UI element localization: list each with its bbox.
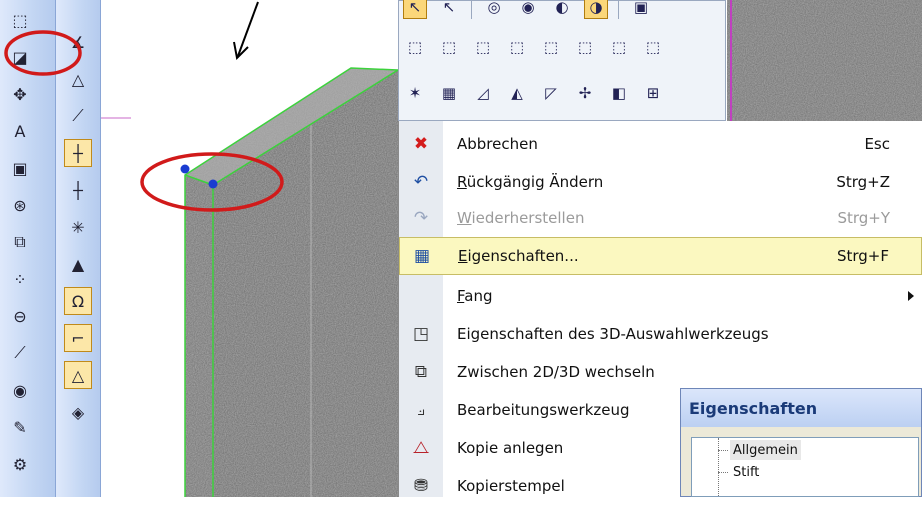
view-front-icon[interactable]: ⬚ (403, 35, 427, 59)
dialog-title-bar[interactable]: Eigenschaften (681, 389, 921, 427)
layer-button[interactable]: ⧉ (6, 228, 34, 256)
stamp-icon: ⛃ (413, 476, 429, 496)
properties-dialog: Eigenschaften Allgemein Stift (680, 388, 922, 497)
view-iso-3-icon[interactable]: ⬚ (505, 35, 529, 59)
left-toolbar-secondary: ∡ △ ⟋ ┼ ┼ ✳ ▲ Ω ⌐ △ ◈ (56, 0, 101, 497)
submenu-arrow-icon (908, 291, 914, 301)
menu-item-shortcut: Strg+Y (837, 209, 890, 227)
view-iso-6-icon[interactable]: ⬚ (607, 35, 631, 59)
zoom-icon[interactable]: ◉ (516, 0, 540, 19)
view-iso-5-icon[interactable]: ⬚ (573, 35, 597, 59)
close-icon: ✖ (413, 134, 429, 154)
annotation-arrow (233, 1, 259, 61)
view-iso-2-icon[interactable]: ⬚ (471, 35, 495, 59)
tree-item-allgemein[interactable]: Allgemein (730, 440, 801, 460)
wall-tool-button[interactable]: ◪ (6, 43, 34, 71)
menu-item-wiederherstellen[interactable]: ↷ Wiederherstellen Strg+Y (399, 199, 922, 237)
menu-item-label: Eigenschaften... (458, 247, 579, 265)
view-button[interactable]: ◉ (6, 376, 34, 404)
line-button[interactable]: ⟋ (64, 102, 92, 130)
angle-button[interactable]: ∡ (64, 28, 92, 56)
plane-yz-icon[interactable]: ◭ (505, 81, 529, 105)
move-button[interactable]: ✥ (6, 80, 34, 108)
select-3d-icon: ◳ (412, 324, 430, 344)
magnet-button[interactable]: Ω (64, 287, 92, 315)
undo-icon: ↶ (413, 172, 429, 192)
menu-item-label: Eigenschaften des 3D-Auswahlwerkzeugs (457, 325, 769, 343)
lock-button[interactable]: ⊖ (6, 302, 34, 330)
dialog-title: Eigenschaften (689, 398, 818, 418)
view-iso-4-icon[interactable]: ⬚ (539, 35, 563, 59)
menu-item-shortcut: Strg+F (836, 247, 889, 265)
point-snap-button[interactable]: ┼ (64, 139, 92, 167)
triangle-snap-button[interactable]: △ (64, 361, 92, 389)
shaded-icon[interactable]: ◑ (584, 0, 608, 19)
camera-icon[interactable]: ▣ (629, 0, 653, 19)
menu-item-shortcut: Esc (864, 135, 890, 153)
render-icon[interactable]: ◐ (550, 0, 574, 19)
properties-icon: ▦ (413, 246, 431, 266)
object-button[interactable]: ◈ (64, 398, 92, 426)
star-snap-button[interactable]: ✳ (64, 213, 92, 241)
cursor-icon[interactable]: ↖ (437, 0, 461, 19)
plane-move-icon[interactable]: ✢ (573, 81, 597, 105)
points-button[interactable]: ⁘ (6, 265, 34, 293)
copy-icon: ⧍ (413, 438, 429, 458)
menu-item-label: Rückgängig Ändern (457, 173, 604, 191)
tree-item-stift[interactable]: Stift (730, 462, 762, 482)
shape-button[interactable]: △ (64, 65, 92, 93)
cursor-select-icon[interactable]: ↖ (403, 0, 427, 19)
plane-xy-icon[interactable]: ◿ (471, 81, 495, 105)
menu-item-eigenschaften[interactable]: ▦ Eigenschaften... Strg+F (399, 237, 922, 275)
menu-item-label: Wiederherstellen (457, 209, 585, 227)
menu-item-label: Bearbeitungswerkzeug (457, 401, 630, 419)
grid-icon[interactable]: ▦ (437, 81, 461, 105)
paint-button[interactable]: ✎ (6, 413, 34, 441)
box-3d-button[interactable]: ⬚ (6, 6, 34, 34)
plane-xz-icon[interactable]: ◸ (539, 81, 563, 105)
menu-item-fang[interactable]: Fang (399, 277, 922, 315)
menu-item-wechseln[interactable]: ⧉ Zwischen 2D/3D wechseln (399, 353, 922, 391)
cross-snap-button[interactable]: ┼ (64, 176, 92, 204)
properties-tree: Allgemein Stift (691, 437, 919, 497)
triangle-fill-button[interactable]: ▲ (64, 250, 92, 278)
tool-palette: ↖ ↖ ◎ ◉ ◐ ◑ ▣ ⬚ ⬚ ⬚ ⬚ ⬚ ⬚ ⬚ ⬚ ✶ ▦ ◿ ◭ ◸ ✢ ◧ ⊞ (398, 0, 726, 121)
view-iso-7-icon[interactable]: ⬚ (641, 35, 665, 59)
menu-item-label: Abbrechen (457, 135, 538, 153)
selection-handle[interactable] (208, 179, 218, 189)
plane-axis-icon[interactable]: ✶ (403, 81, 427, 105)
menu-item-label: Fang (457, 287, 493, 305)
switch-2d3d-icon: ⧉ (414, 362, 428, 382)
view-iso-1-icon[interactable]: ⬚ (437, 35, 461, 59)
snap-circle-button[interactable]: ⊛ (6, 191, 34, 219)
fill-color-button[interactable]: ▣ (6, 154, 34, 182)
knife-button[interactable]: ⟋ (6, 339, 34, 367)
edit-tool-icon: ⟓ (416, 400, 426, 420)
menu-item-label: Kopierstempel (457, 477, 565, 495)
text-button[interactable]: A (6, 117, 34, 145)
corner-snap-button[interactable]: ⌐ (64, 324, 92, 352)
menu-item-shortcut: Strg+Z (836, 173, 890, 191)
menu-item-eigenschaften-3d[interactable]: ◳ Eigenschaften des 3D-Auswahlwerkzeugs (399, 315, 922, 353)
menu-item-rueckgaengig[interactable]: ↶ Rückgängig Ändern Strg+Z (399, 163, 922, 201)
menu-item-abbrechen[interactable]: ✖ Abbrechen Esc (399, 125, 922, 163)
left-toolbar-primary: ⬚ ◪ ✥ A ▣ ⊛ ⧉ ⁘ ⊖ ⟋ ◉ ✎ ⚙ (0, 0, 56, 497)
orbit-icon[interactable]: ◎ (482, 0, 506, 19)
redo-icon: ↷ (413, 208, 429, 228)
menu-item-label: Kopie anlegen (457, 439, 564, 457)
menu-item-label: Zwischen 2D/3D wechseln (457, 363, 655, 381)
section-icon[interactable]: ◧ (607, 81, 631, 105)
fit-icon[interactable]: ⊞ (641, 81, 665, 105)
settings-button[interactable]: ⚙ (6, 450, 34, 478)
selection-handle[interactable] (180, 164, 190, 174)
